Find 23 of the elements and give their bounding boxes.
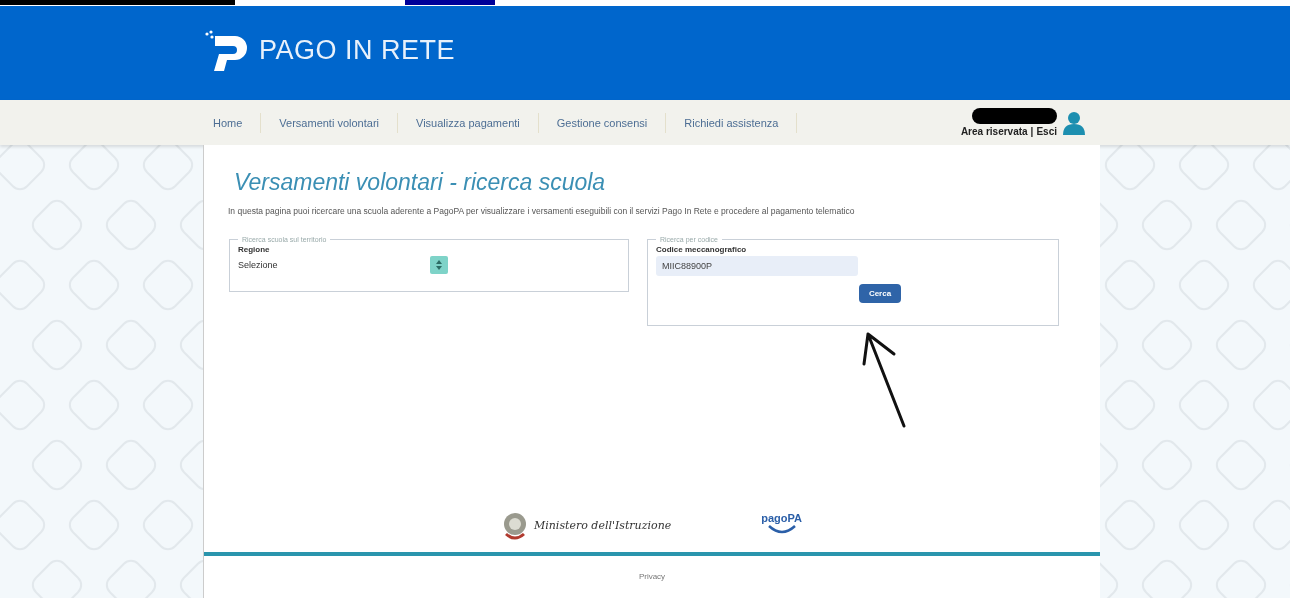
nav-link[interactable]: Home — [203, 112, 262, 133]
field-label: Regione — [238, 245, 271, 254]
page-title: Versamenti volontari - ricerca scuola — [234, 169, 607, 196]
nav-link[interactable]: Visualizza pagamenti — [398, 112, 539, 133]
emblem-icon — [502, 510, 528, 540]
code-field[interactable]: MIIC88900P — [656, 256, 858, 276]
region-select[interactable]: Selezione — [238, 256, 448, 274]
user-icon[interactable] — [1063, 110, 1085, 135]
separator: | — [1030, 126, 1034, 137]
nav-link[interactable]: Richiedi assistenza — [666, 112, 798, 133]
user-link[interactable]: Esci — [1036, 126, 1057, 137]
field-label: Codice meccanografico — [656, 245, 748, 254]
nav-link[interactable]: Gestione consensi — [538, 112, 667, 133]
logo-text: PAGO IN RETE — [259, 34, 456, 66]
ministry-name: Ministero dell'Istruzione — [534, 518, 672, 532]
privacy-link[interactable]: Privacy — [638, 572, 666, 598]
nav-link[interactable]: Versamenti volontari — [261, 112, 398, 133]
search-button[interactable]: Cerca — [858, 284, 902, 303]
spinner-icon — [430, 256, 448, 274]
smile-icon — [766, 524, 797, 534]
user-link[interactable]: Area riservata — [960, 126, 1028, 137]
page-description: In questa pagina puoi ricercare una scuola aderente a PagoPA per visualizzare i versamenti eseguibili con il servizi Pago In Rete e procedere al pagamento telematico — [228, 206, 856, 216]
pagopa-logo-text: pagoPA — [761, 512, 802, 524]
